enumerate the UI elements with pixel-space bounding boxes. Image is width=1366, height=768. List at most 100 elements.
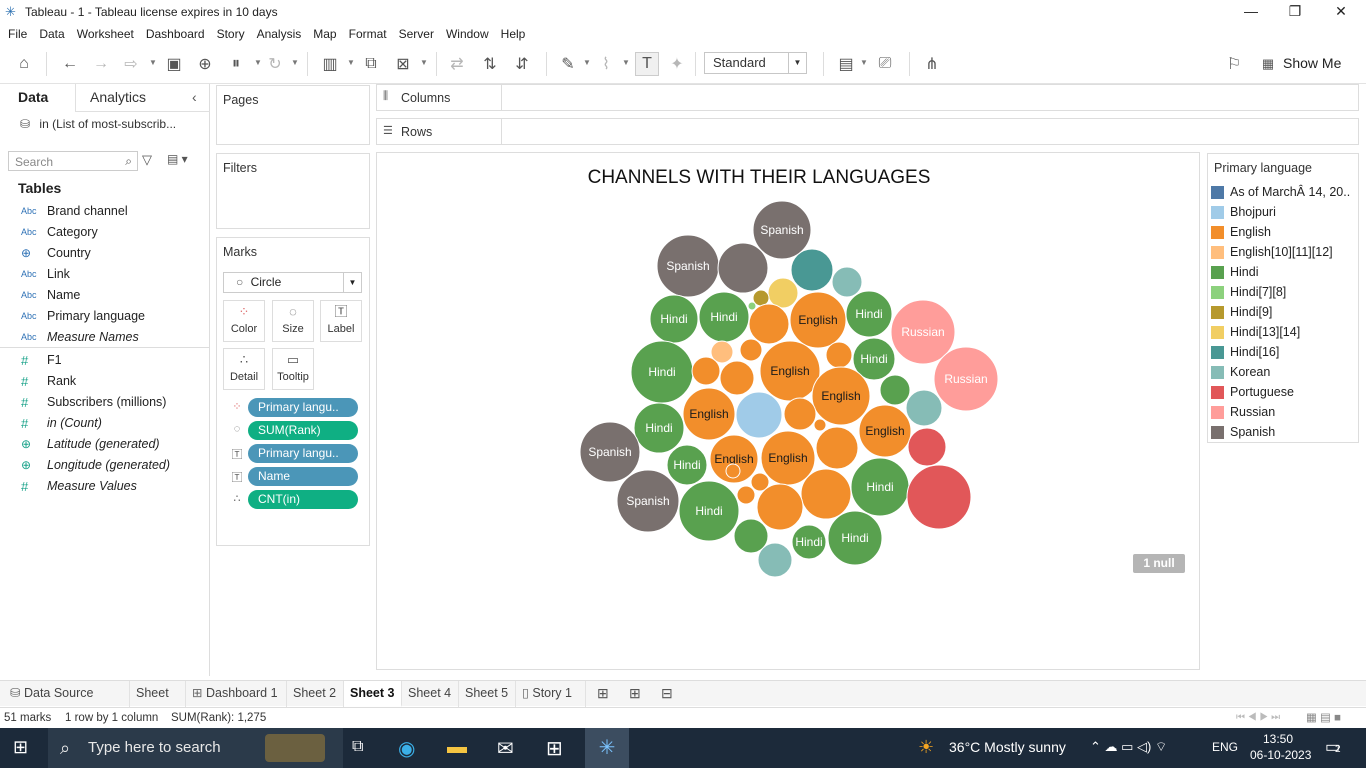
task-view-icon[interactable]: ⧉ [352,738,363,756]
new-datasource-icon[interactable]: ⊕ [193,52,217,76]
sheet-sorter-icon[interactable]: ▦ ▤ ■ [1306,708,1341,728]
edge-icon[interactable]: ◉ [398,736,415,761]
field-country[interactable]: ⊕ Country [0,243,209,264]
tab-data[interactable]: Data [0,84,76,112]
field-f1[interactable]: # F1 [0,350,209,371]
filters-card[interactable]: Filters [216,153,370,229]
bubble-mark[interactable] [756,483,804,531]
bubble-mark[interactable] [813,418,827,432]
tab-sheet-1[interactable]: Sheet 1 [130,681,186,724]
bubble-mark[interactable] [790,248,834,292]
bubble-mark[interactable] [735,391,783,439]
bubble-chart[interactable]: Spanish Spanish Hindi Hindi English Hindi Russ… [377,153,1199,669]
pages-card[interactable]: Pages [216,85,370,145]
close-button[interactable]: ✕ [1318,0,1364,24]
tab-data-source[interactable]: ⛁ Data Source [0,681,130,707]
menu-help[interactable]: Help [497,27,534,41]
clear-sheet-icon[interactable]: ⊠ [391,52,415,76]
legend-primary-language[interactable]: Primary language As of MarchÂ 14, 20.. Bh… [1207,153,1359,443]
menu-format[interactable]: Format [345,27,395,41]
legend-item[interactable]: Bhojpuri [1211,202,1359,222]
store-icon[interactable]: ⊞ [546,736,563,761]
legend-item[interactable]: Portuguese [1211,382,1359,402]
minimize-button[interactable]: — [1228,0,1274,24]
weather-icon[interactable]: ☀ [918,737,934,758]
new-dashboard-icon[interactable]: ⊞ [629,685,641,702]
presentation-mode-icon[interactable]: ⎚ [873,52,897,76]
field-brand-channel[interactable]: Abc Brand channel [0,201,209,222]
field-in-count[interactable]: # in (Count) [0,413,209,434]
menu-data[interactable]: Data [35,27,72,41]
refresh-icon[interactable]: ↻ [263,52,287,76]
bubble-mark[interactable] [719,360,755,396]
group-icon[interactable]: ⌇ [594,52,618,76]
field-longitude[interactable]: ⊕ Longitude (generated) [0,455,209,476]
filter-icon[interactable]: ▽ [142,152,152,168]
bubble-mark[interactable] [879,374,911,406]
sort-descending-icon[interactable]: ⇵ [510,52,534,76]
navigation-arrows-icon[interactable]: ⏮ ◀ ▶ ⏭ [1236,708,1280,728]
columns-shelf[interactable]: ⫼ Columns [376,84,1359,111]
pill-label-name[interactable]: Name [248,467,358,486]
viz-area[interactable]: CHANNELS WITH THEIR LANGUAGES Spanish Spa… [376,152,1200,670]
tableau-taskbar-icon[interactable]: ✳ [585,728,629,768]
legend-item[interactable]: Hindi[7][8] [1211,282,1359,302]
legend-item[interactable]: Spanish [1211,422,1359,442]
menu-analysis[interactable]: Analysis [253,27,310,41]
new-worksheet-icon[interactable]: ⊞ [597,685,609,702]
show-me-icon[interactable]: ▦ [1256,52,1280,76]
menu-window[interactable]: Window [442,27,497,41]
bubble-mark[interactable] [747,301,757,311]
bubble-mark[interactable] [717,242,769,294]
pause-updates-icon[interactable]: ⏸ [224,52,248,76]
field-latitude[interactable]: ⊕ Latitude (generated) [0,434,209,455]
tab-sheet-3[interactable]: Sheet 3 [344,681,402,707]
field-measure-values[interactable]: # Measure Values [0,476,209,497]
pill-detail-cnt-in[interactable]: CNT(in) [248,490,358,509]
weather-text[interactable]: 36°C Mostly sunny [949,739,1066,755]
tab-dashboard-1[interactable]: ⊞ Dashboard 1 [186,681,287,707]
show-me-button[interactable]: Show Me [1283,55,1341,71]
system-tray-icons[interactable]: ⌃ ☁ ▭ ◁) ⌔ [1090,739,1167,755]
legend-item[interactable]: Russian [1211,402,1359,422]
windows-start-icon[interactable]: ⊞ [13,737,28,758]
field-measure-names[interactable]: Abc Measure Names [0,327,209,348]
tab-analytics[interactable]: Analytics [90,84,146,112]
menu-map[interactable]: Map [309,27,344,41]
clock-date[interactable]: 06-10-2023 [1250,748,1311,762]
tab-sheet-4[interactable]: Sheet 4 [402,681,459,707]
language-indicator[interactable]: ENG [1212,740,1238,754]
bubble-mark[interactable] [739,338,763,362]
tab-story-1[interactable]: ▯ Story 1 [516,681,586,707]
bubble-mark[interactable] [783,397,817,431]
tab-sheet-5[interactable]: Sheet 5 [459,681,516,707]
pill-color-primary-language[interactable]: Primary langu.. [248,398,358,417]
field-name[interactable]: Abc Name [0,285,209,306]
show-labels-icon[interactable]: T [635,52,659,76]
highlight-icon[interactable]: ✎ [556,52,580,76]
format-painter-icon[interactable]: ⚐ [1222,52,1246,76]
sort-ascending-icon[interactable]: ⇅ [478,52,502,76]
field-category[interactable]: Abc Category [0,222,209,243]
search-input[interactable]: Search ⌕ [8,151,138,171]
menu-worksheet[interactable]: Worksheet [73,27,142,41]
legend-item[interactable]: Korean [1211,362,1359,382]
menu-file[interactable]: File [4,27,35,41]
tooltip-button[interactable]: ▭ Tooltip [272,348,314,390]
view-options-icon[interactable]: ▤ ▾ [167,152,188,166]
bubble-mark[interactable] [905,389,943,427]
new-worksheet-icon[interactable]: ▥ [318,52,342,76]
legend-item[interactable]: Hindi[13][14] [1211,322,1359,342]
rows-shelf[interactable]: ☰ Rows [376,118,1359,145]
collapse-pane-icon[interactable]: ‹ [192,84,197,112]
label-button[interactable]: 🅃 Label [320,300,362,342]
clock-time[interactable]: 13:50 [1263,732,1293,746]
null-indicator[interactable]: 1 null [1133,554,1185,573]
field-primary-language[interactable]: Abc Primary language [0,306,209,327]
legend-item[interactable]: Hindi[9] [1211,302,1359,322]
redo-icon[interactable]: → [89,52,113,76]
legend-item[interactable]: As of MarchÂ 14, 20.. [1211,182,1359,202]
menu-server[interactable]: Server [395,27,442,41]
bubble-mark[interactable] [831,266,863,298]
tab-sheet-2[interactable]: Sheet 2 [287,681,344,707]
